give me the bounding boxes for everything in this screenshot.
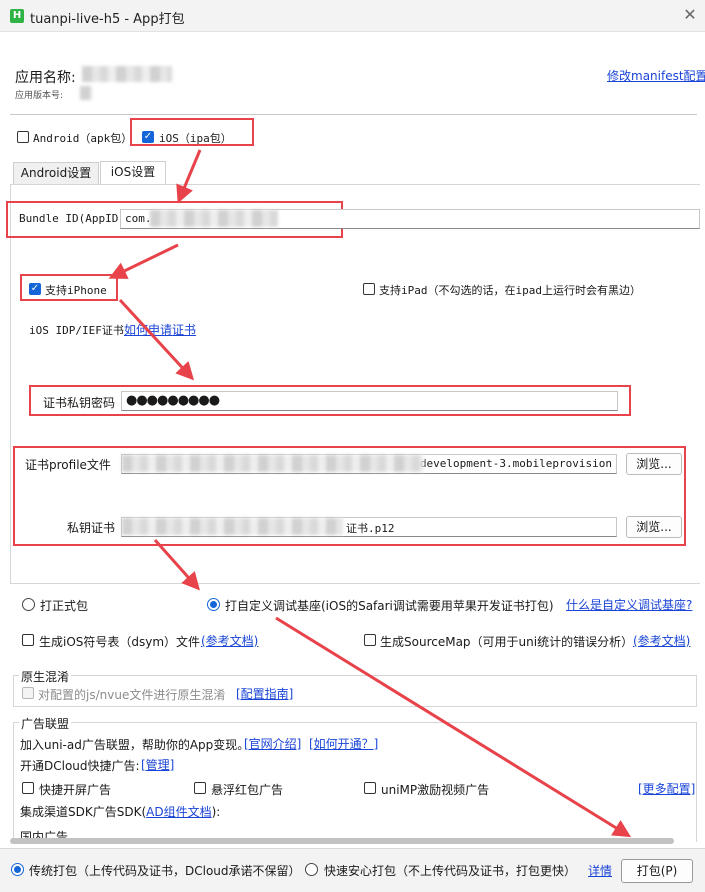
arrow-to-bundle-id xyxy=(176,149,202,204)
annotation-arrows xyxy=(108,149,632,838)
arrow-to-pack-button xyxy=(275,616,632,838)
arrow-to-custom-base xyxy=(153,539,200,591)
arrow-to-support-iphone xyxy=(108,243,179,279)
arrow-to-password xyxy=(118,298,195,381)
